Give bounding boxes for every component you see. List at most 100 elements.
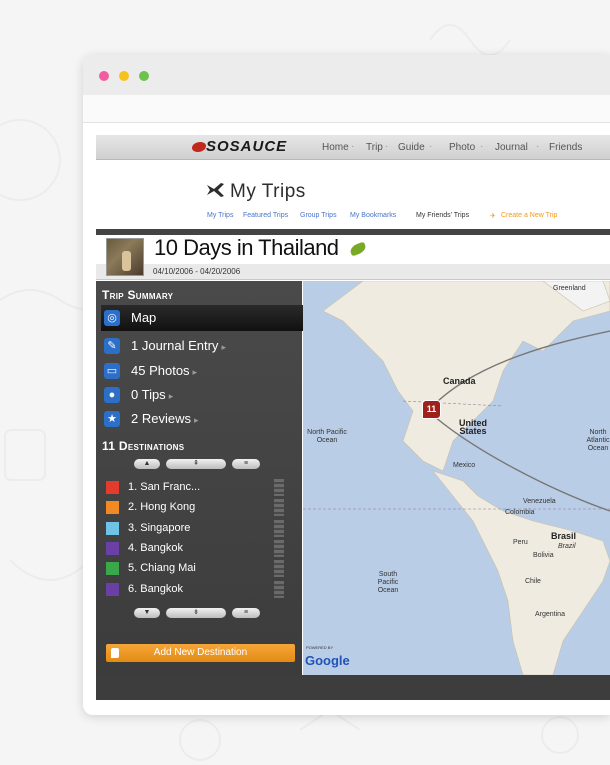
trip-title-bar: 10 Days in Thailand 04/10/2006 - 04/20/2… <box>96 235 610 280</box>
drag-handle-icon[interactable] <box>274 520 284 537</box>
sublink-create-trip[interactable]: Create a New Trip <box>501 212 557 219</box>
destination-color-swatch <box>106 501 119 514</box>
destination-item[interactable]: 1. San Franc... <box>106 478 291 498</box>
destination-label: 1. San Franc... <box>128 481 201 493</box>
destination-label: 2. Hong Kong <box>128 501 196 513</box>
destination-color-swatch <box>106 542 119 555</box>
trip-thumbnail[interactable] <box>106 238 144 276</box>
nav-guide[interactable]: Guide <box>398 142 425 153</box>
drag-handle-icon[interactable] <box>274 540 284 557</box>
maximize-window-button[interactable] <box>139 71 149 81</box>
sublink-group-trips[interactable]: Group Trips <box>300 212 337 219</box>
sidebar-item-photos[interactable]: ▭ 45 Photos ▸ <box>101 358 301 384</box>
site-logo[interactable]: SOSAUCE <box>206 138 287 155</box>
photo-icon: ▭ <box>104 363 120 379</box>
nav-trip[interactable]: Trip <box>366 142 383 153</box>
destination-marker[interactable]: 11 <box>422 400 441 419</box>
map-label-brasil: Brasil <box>551 531 577 541</box>
map-label-colombia: Colombia <box>505 509 535 516</box>
nav-photo[interactable]: Photo <box>449 142 475 153</box>
nav-separator: · <box>429 141 433 152</box>
sosauce-app: SOSAUCE Home · Trip · Guide · Photo · Jo… <box>96 135 610 700</box>
sidebar-item-label: Map <box>131 310 157 325</box>
scroll-bottom-button[interactable]: ⇟ <box>166 608 226 618</box>
destination-item[interactable]: 5. Chiang Mai <box>106 559 291 579</box>
page-title: My Trips <box>230 181 306 202</box>
sidebar-item-label: 45 Photos ▸ <box>131 363 198 378</box>
destination-item[interactable]: 3. Singapore <box>106 519 291 539</box>
airplane-icon <box>207 183 224 197</box>
bottom-bar <box>96 675 610 700</box>
sublink-friends-trips[interactable]: My Friends' Trips <box>416 212 469 219</box>
destination-label: 6. Bangkok <box>128 583 184 595</box>
powered-by-label: POWERED BY <box>306 645 334 650</box>
map-label-chile: Chile <box>525 578 541 585</box>
pen-icon: ✎ <box>104 338 120 354</box>
browser-window: SOSAUCE Home · Trip · Guide · Photo · Jo… <box>83 55 610 715</box>
destination-label: 3. Singapore <box>128 522 191 534</box>
nav-home[interactable]: Home <box>322 142 349 153</box>
minimize-window-button[interactable] <box>119 71 129 81</box>
chevron-right-icon: ▸ <box>192 367 198 377</box>
destination-item[interactable]: 6. Bangkok <box>106 580 291 600</box>
trip-map[interactable]: Greenland Canada United States North Pac… <box>303 281 610 675</box>
drag-handle-icon[interactable] <box>274 581 284 598</box>
nav-separator: · <box>351 141 355 152</box>
sidebar-item-label: 0 Tips ▸ <box>131 387 174 402</box>
map-label-north-pacific: North Pacific Ocean <box>307 429 347 444</box>
nav-separator: · <box>536 141 540 152</box>
sidebar-item-label: 1 Journal Entry ▸ <box>131 338 226 353</box>
sidebar-item-map[interactable]: ◎ Map <box>101 305 306 331</box>
trip-dates: 04/10/2006 - 04/20/2006 <box>153 267 241 276</box>
scroll-collapse-button[interactable]: ≡ <box>232 459 260 469</box>
top-nav: SOSAUCE Home · Trip · Guide · Photo · Jo… <box>96 135 610 160</box>
destination-item[interactable]: 4. Bangkok <box>106 539 291 559</box>
scroll-expand-button[interactable]: ≡ <box>232 608 260 618</box>
drag-handle-icon[interactable] <box>274 479 284 496</box>
scroll-top-button[interactable]: ⇞ <box>166 459 226 469</box>
google-logo[interactable]: Google <box>305 653 350 668</box>
destination-color-swatch <box>106 562 119 575</box>
scroll-down-button[interactable]: ▼ <box>134 608 160 618</box>
map-label-venezuela: Venezuela <box>523 498 556 505</box>
nav-separator: · <box>385 141 389 152</box>
thumbnail-figure <box>122 251 131 271</box>
chili-logo-icon <box>192 142 206 152</box>
destinations-heading: 11 Destinations <box>102 439 185 453</box>
scroll-up-button[interactable]: ▲ <box>134 459 160 469</box>
sidebar-item-journal[interactable]: ✎ 1 Journal Entry ▸ <box>101 333 301 359</box>
map-label-greenland: Greenland <box>553 285 586 292</box>
sidebar-item-tips[interactable]: ● 0 Tips ▸ <box>101 382 301 408</box>
map-label-south-pacific: South Pacific Ocean <box>377 571 399 594</box>
sublink-my-bookmarks[interactable]: My Bookmarks <box>350 212 396 219</box>
map-label-bolivia: Bolivia <box>533 552 554 559</box>
sidebar-item-reviews[interactable]: ★ 2 Reviews ▸ <box>101 406 301 432</box>
destination-item[interactable]: 2. Hong Kong <box>106 498 291 518</box>
map-label-united-states: United States <box>459 418 487 436</box>
pepper-icon <box>348 241 368 257</box>
map-label-north-atlantic: North Atlantic Ocean <box>586 429 610 452</box>
trip-summary-heading: Trip Summary <box>102 288 174 302</box>
globe-icon: ◎ <box>104 310 120 326</box>
destination-color-swatch <box>106 481 119 494</box>
destination-label: 5. Chiang Mai <box>128 562 196 574</box>
nav-friends[interactable]: Friends <box>549 142 582 153</box>
trip-title: 10 Days in Thailand <box>154 235 339 260</box>
add-destination-button[interactable]: Add New Destination <box>106 644 295 662</box>
destination-color-swatch <box>106 522 119 535</box>
my-trips-header: My Trips My Trips Featured Trips Group T… <box>96 161 610 229</box>
window-titlebar <box>83 55 610 95</box>
sublink-my-trips[interactable]: My Trips <box>207 212 233 219</box>
chevron-right-icon: ▸ <box>193 415 199 425</box>
map-label-canada: Canada <box>443 376 476 386</box>
drag-handle-icon[interactable] <box>274 560 284 577</box>
trip-sidebar: Trip Summary ◎ Map ✎ 1 Journal Entry ▸ ▭ … <box>96 281 306 700</box>
nav-journal[interactable]: Journal <box>495 142 528 153</box>
destination-label: 4. Bangkok <box>128 542 184 554</box>
address-bar[interactable] <box>83 95 610 123</box>
chevron-right-icon: ▸ <box>221 342 226 352</box>
drag-handle-icon[interactable] <box>274 499 284 516</box>
sublink-featured-trips[interactable]: Featured Trips <box>243 212 288 219</box>
add-marker-icon <box>111 648 119 658</box>
close-window-button[interactable] <box>99 71 109 81</box>
